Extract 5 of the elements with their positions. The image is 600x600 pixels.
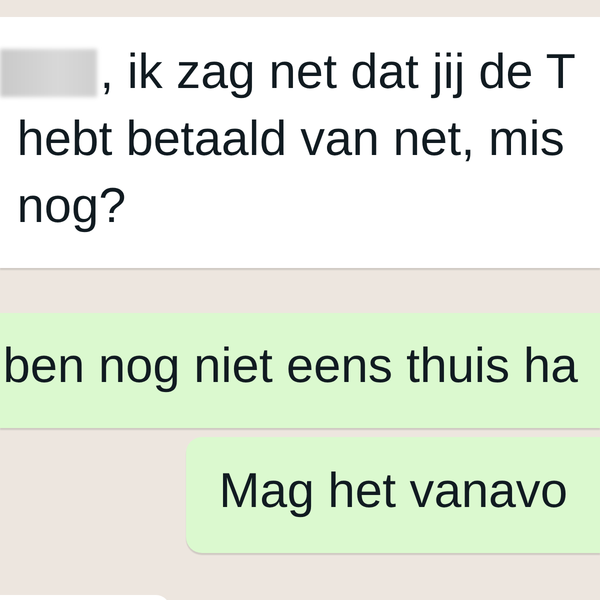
message-text: ben nog niet eens thuis ha [3, 338, 578, 395]
message-text: , ik zag net dat jij de T [100, 44, 576, 101]
message-text: Mag het vanavo [219, 463, 568, 520]
message-text: nog? [17, 178, 126, 235]
message-text: hebt betaald van net, mis [17, 111, 565, 168]
